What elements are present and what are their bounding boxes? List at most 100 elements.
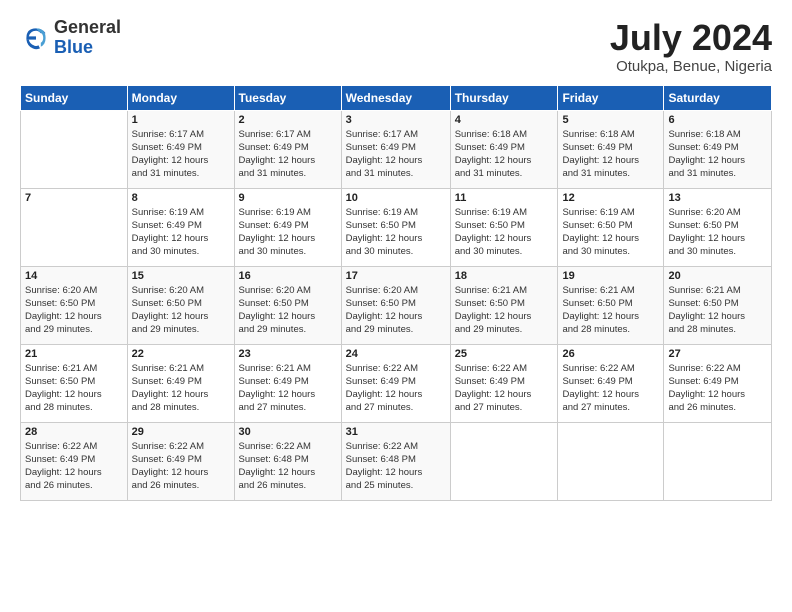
logo-general-text: General [54, 18, 121, 38]
calendar-cell: 12Sunrise: 6:19 AM Sunset: 6:50 PM Dayli… [558, 188, 664, 266]
calendar-cell: 4Sunrise: 6:18 AM Sunset: 6:49 PM Daylig… [450, 110, 558, 188]
calendar-cell [558, 422, 664, 500]
day-number: 13 [668, 192, 767, 204]
day-info: Sunrise: 6:18 AM Sunset: 6:49 PM Dayligh… [455, 128, 554, 181]
day-info: Sunrise: 6:20 AM Sunset: 6:50 PM Dayligh… [346, 284, 446, 337]
day-number: 30 [239, 426, 337, 438]
calendar-cell: 16 Sunrise: 6:20 AM Sunset: 6:50 PM Dayli… [234, 266, 341, 344]
day-number: 19 [562, 270, 659, 282]
col-wednesday: Wednesday [341, 85, 450, 110]
day-info: Sunrise: 6:20 AM Sunset: 6:50 PM Dayligh… [239, 284, 337, 337]
calendar-cell: 9Sunrise: 6:19 AM Sunset: 6:49 PM Daylig… [234, 188, 341, 266]
logo: General Blue [20, 18, 121, 58]
day-info: Sunrise: 6:22 AM Sunset: 6:48 PM Dayligh… [239, 440, 337, 493]
calendar-cell: 1 Sunrise: 6:17 AM Sunset: 6:49 PM Daylig… [127, 110, 234, 188]
calendar-cell [21, 110, 128, 188]
day-number: 22 [132, 348, 230, 360]
day-number: 10 [346, 192, 446, 204]
calendar-cell: 15 Sunrise: 6:20 AM Sunset: 6:50 PM Dayli… [127, 266, 234, 344]
calendar-cell: 13 Sunrise: 6:20 AM Sunset: 6:50 PM Dayli… [664, 188, 772, 266]
calendar-week-4: 28 Sunrise: 6:22 AM Sunset: 6:49 PM Dayli… [21, 422, 772, 500]
calendar-cell: 22 Sunrise: 6:21 AM Sunset: 6:49 PM Dayli… [127, 344, 234, 422]
day-number: 1 [132, 114, 230, 126]
calendar-week-1: 78 Sunrise: 6:19 AM Sunset: 6:49 PM Dayli… [21, 188, 772, 266]
header: General Blue July 2024 Otukpa, Benue, Ni… [20, 18, 772, 75]
col-thursday: Thursday [450, 85, 558, 110]
weekday-row: Sunday Monday Tuesday Wednesday Thursday… [21, 85, 772, 110]
calendar-cell: 11Sunrise: 6:19 AM Sunset: 6:50 PM Dayli… [450, 188, 558, 266]
day-info: Sunrise: 6:20 AM Sunset: 6:50 PM Dayligh… [132, 284, 230, 337]
day-number: 20 [668, 270, 767, 282]
day-info: Sunrise: 6:19 AM Sunset: 6:49 PM Dayligh… [239, 206, 337, 259]
day-number: 27 [668, 348, 767, 360]
day-number: 23 [239, 348, 337, 360]
day-info: Sunrise: 6:21 AM Sunset: 6:50 PM Dayligh… [25, 362, 123, 415]
day-info: Sunrise: 6:19 AM Sunset: 6:49 PM Dayligh… [132, 206, 230, 259]
day-number: 15 [132, 270, 230, 282]
day-number: 14 [25, 270, 123, 282]
day-info: Sunrise: 6:21 AM Sunset: 6:50 PM Dayligh… [668, 284, 767, 337]
calendar-cell: 28 Sunrise: 6:22 AM Sunset: 6:49 PM Dayli… [21, 422, 128, 500]
calendar-week-0: 1 Sunrise: 6:17 AM Sunset: 6:49 PM Daylig… [21, 110, 772, 188]
calendar-cell: 10Sunrise: 6:19 AM Sunset: 6:50 PM Dayli… [341, 188, 450, 266]
calendar-cell: 18 Sunrise: 6:21 AM Sunset: 6:50 PM Dayli… [450, 266, 558, 344]
day-number: 3 [346, 114, 446, 126]
logo-blue-text: Blue [54, 38, 121, 58]
day-info: Sunrise: 6:21 AM Sunset: 6:50 PM Dayligh… [562, 284, 659, 337]
day-info: Sunrise: 6:17 AM Sunset: 6:49 PM Dayligh… [239, 128, 337, 181]
day-number: 18 [455, 270, 554, 282]
calendar-cell: 27Sunrise: 6:22 AM Sunset: 6:49 PM Dayli… [664, 344, 772, 422]
day-number: 5 [562, 114, 659, 126]
col-friday: Friday [558, 85, 664, 110]
day-number: 8 [132, 192, 230, 204]
day-number: 7 [25, 192, 123, 204]
col-sunday: Sunday [21, 85, 128, 110]
location: Otukpa, Benue, Nigeria [610, 58, 772, 75]
calendar-cell: 25Sunrise: 6:22 AM Sunset: 6:49 PM Dayli… [450, 344, 558, 422]
calendar-cell: 7 [21, 188, 128, 266]
day-info: Sunrise: 6:18 AM Sunset: 6:49 PM Dayligh… [562, 128, 659, 181]
day-info: Sunrise: 6:19 AM Sunset: 6:50 PM Dayligh… [562, 206, 659, 259]
calendar-cell [450, 422, 558, 500]
calendar-header: Sunday Monday Tuesday Wednesday Thursday… [21, 85, 772, 110]
calendar-cell: 30 Sunrise: 6:22 AM Sunset: 6:48 PM Dayli… [234, 422, 341, 500]
calendar-cell: 24Sunrise: 6:22 AM Sunset: 6:49 PM Dayli… [341, 344, 450, 422]
calendar-cell: 2 Sunrise: 6:17 AM Sunset: 6:49 PM Daylig… [234, 110, 341, 188]
col-monday: Monday [127, 85, 234, 110]
calendar-body: 1 Sunrise: 6:17 AM Sunset: 6:49 PM Daylig… [21, 110, 772, 500]
title-section: July 2024 Otukpa, Benue, Nigeria [610, 18, 772, 75]
calendar-cell: 29 Sunrise: 6:22 AM Sunset: 6:49 PM Dayli… [127, 422, 234, 500]
day-info: Sunrise: 6:19 AM Sunset: 6:50 PM Dayligh… [455, 206, 554, 259]
calendar: Sunday Monday Tuesday Wednesday Thursday… [20, 85, 772, 501]
calendar-week-3: 21 Sunrise: 6:21 AM Sunset: 6:50 PM Dayli… [21, 344, 772, 422]
day-info: Sunrise: 6:22 AM Sunset: 6:49 PM Dayligh… [346, 362, 446, 415]
day-info: Sunrise: 6:22 AM Sunset: 6:49 PM Dayligh… [25, 440, 123, 493]
day-info: Sunrise: 6:21 AM Sunset: 6:50 PM Dayligh… [455, 284, 554, 337]
calendar-week-2: 14 Sunrise: 6:20 AM Sunset: 6:50 PM Dayli… [21, 266, 772, 344]
day-info: Sunrise: 6:22 AM Sunset: 6:49 PM Dayligh… [132, 440, 230, 493]
day-number: 21 [25, 348, 123, 360]
month-year: July 2024 [610, 18, 772, 58]
day-number: 26 [562, 348, 659, 360]
day-info: Sunrise: 6:18 AM Sunset: 6:49 PM Dayligh… [668, 128, 767, 181]
logo-text: General Blue [54, 18, 121, 58]
day-number: 25 [455, 348, 554, 360]
day-info: Sunrise: 6:17 AM Sunset: 6:49 PM Dayligh… [346, 128, 446, 181]
calendar-cell: 8 Sunrise: 6:19 AM Sunset: 6:49 PM Daylig… [127, 188, 234, 266]
day-number: 2 [239, 114, 337, 126]
calendar-cell: 17Sunrise: 6:20 AM Sunset: 6:50 PM Dayli… [341, 266, 450, 344]
day-info: Sunrise: 6:22 AM Sunset: 6:49 PM Dayligh… [562, 362, 659, 415]
day-info: Sunrise: 6:17 AM Sunset: 6:49 PM Dayligh… [132, 128, 230, 181]
calendar-cell: 31Sunrise: 6:22 AM Sunset: 6:48 PM Dayli… [341, 422, 450, 500]
calendar-cell: 6Sunrise: 6:18 AM Sunset: 6:49 PM Daylig… [664, 110, 772, 188]
calendar-cell: 26 Sunrise: 6:22 AM Sunset: 6:49 PM Dayli… [558, 344, 664, 422]
day-info: Sunrise: 6:20 AM Sunset: 6:50 PM Dayligh… [25, 284, 123, 337]
calendar-cell: 3 Sunrise: 6:17 AM Sunset: 6:49 PM Daylig… [341, 110, 450, 188]
day-info: Sunrise: 6:21 AM Sunset: 6:49 PM Dayligh… [132, 362, 230, 415]
calendar-cell: 14 Sunrise: 6:20 AM Sunset: 6:50 PM Dayli… [21, 266, 128, 344]
day-number: 16 [239, 270, 337, 282]
day-info: Sunrise: 6:20 AM Sunset: 6:50 PM Dayligh… [668, 206, 767, 259]
day-number: 28 [25, 426, 123, 438]
day-number: 29 [132, 426, 230, 438]
logo-icon [20, 22, 52, 54]
